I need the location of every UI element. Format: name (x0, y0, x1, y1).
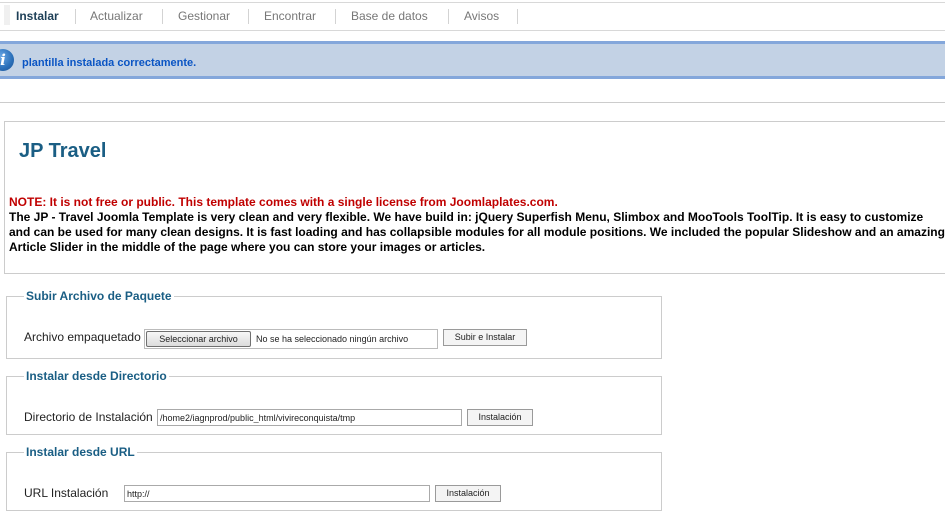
install-url-input[interactable] (124, 485, 430, 502)
tab-instalar[interactable]: Instalar (4, 5, 59, 25)
url-legend: Instalar desde URL (26, 445, 135, 459)
upload-package-fieldset: Subir Archivo de Paquete Archivo empaque… (6, 289, 662, 359)
template-title: JP Travel (19, 140, 107, 162)
install-url-button[interactable]: Instalación (435, 485, 501, 502)
tab-avisos[interactable]: Avisos (464, 9, 499, 23)
template-license-note: NOTE: It is not free or public. This tem… (9, 195, 558, 209)
install-directory-input[interactable] (157, 409, 462, 426)
tab-separator (162, 9, 163, 24)
install-directory-button[interactable]: Instalación (467, 409, 533, 426)
install-directory-fieldset: Instalar desde Directorio Directorio de … (6, 369, 662, 435)
tab-separator (248, 9, 249, 24)
file-status-text: No se ha seleccionado ningún archivo (256, 334, 409, 344)
submenu-tabs: Instalar Actualizar Gestionar Encontrar … (0, 2, 945, 31)
choose-file-button[interactable]: Seleccionar archivo (146, 331, 251, 347)
message-text: plantilla instalada correctamente. (22, 57, 197, 69)
divider (0, 102, 945, 103)
tab-separator (75, 9, 76, 24)
upload-install-button[interactable]: Subir e Instalar (443, 329, 527, 346)
package-file-input[interactable]: Seleccionar archivo No se ha seleccionad… (144, 329, 438, 349)
tab-separator (335, 9, 336, 24)
install-url-label: URL Instalación (24, 486, 109, 500)
install-url-fieldset: Instalar desde URL URL Instalación Insta… (6, 445, 662, 511)
tab-actualizar[interactable]: Actualizar (90, 9, 143, 23)
tab-gestionar[interactable]: Gestionar (178, 9, 230, 23)
template-info-panel: JP Travel NOTE: It is not free or public… (4, 121, 945, 274)
tab-separator (517, 9, 518, 24)
tab-separator (448, 9, 449, 24)
upload-legend: Subir Archivo de Paquete (26, 289, 172, 303)
tab-encontrar[interactable]: Encontrar (264, 9, 316, 23)
directory-legend: Instalar desde Directorio (26, 369, 167, 383)
system-message: i plantilla instalada correctamente. (0, 41, 945, 79)
template-description: The JP - Travel Joomla Template is very … (9, 210, 945, 254)
package-file-label: Archivo empaquetado (24, 330, 141, 344)
info-icon: i (0, 49, 14, 71)
install-directory-label: Directorio de Instalación (24, 410, 153, 424)
tab-base-de-datos[interactable]: Base de datos (351, 9, 428, 23)
